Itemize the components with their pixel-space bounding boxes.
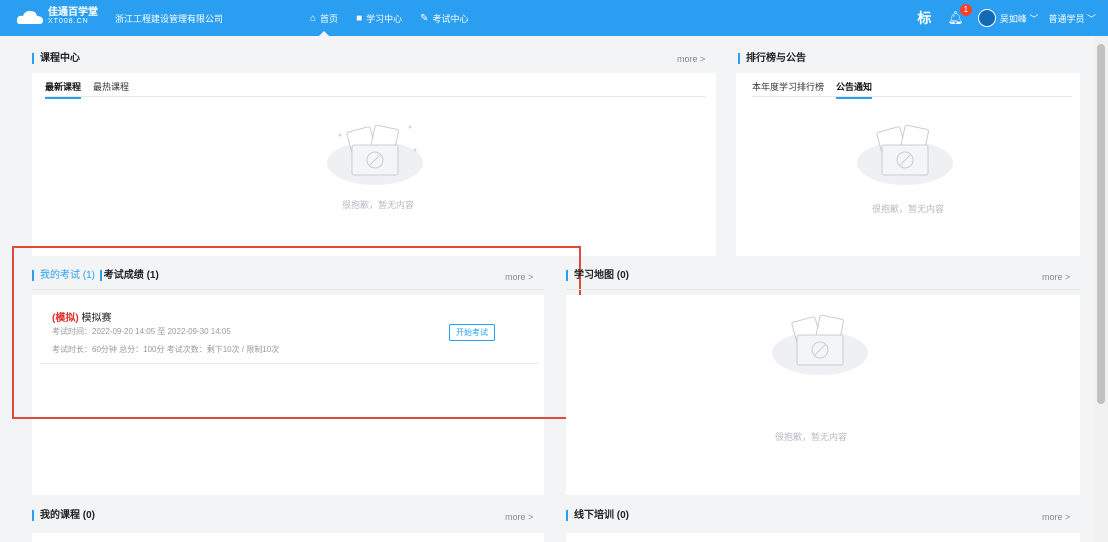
scrollbar[interactable] bbox=[1094, 36, 1108, 542]
study-map-more-link[interactable]: more > bbox=[1042, 272, 1070, 282]
scrollbar-thumb[interactable] bbox=[1097, 44, 1105, 404]
notification-button[interactable]: 🔔︎ 1 bbox=[947, 4, 972, 26]
course-center-more-link[interactable]: more > bbox=[677, 54, 705, 64]
main-nav: ⌂ 首页 ■ 学习中心 ✎ 考试中心 bbox=[310, 0, 487, 36]
rank-title: 排行榜与公告 bbox=[738, 53, 806, 64]
user-tools: 标 🔔︎ 1 吴如峰 ﹀ 普通学员 ﹀ bbox=[917, 0, 1098, 36]
nav-exam-label: 考试中心 bbox=[432, 13, 469, 24]
nav-exam-center[interactable]: ✎ 考试中心 bbox=[420, 0, 468, 36]
nav-home-label: 首页 bbox=[320, 13, 339, 24]
user-name: 吴如峰 bbox=[999, 13, 1027, 24]
empty-state-illustration-icon bbox=[327, 124, 423, 185]
section-divider bbox=[566, 289, 1080, 290]
role-menu[interactable]: 普通学员 ﹀ bbox=[1048, 12, 1096, 25]
tab-divider bbox=[45, 96, 705, 97]
chevron-down-icon: ﹀ bbox=[1029, 13, 1039, 24]
empty-text: 很抱歉，暂无内容 bbox=[342, 200, 415, 210]
company-name: 浙江工程建设管理有限公司 bbox=[115, 14, 224, 24]
logo[interactable]: 佳通百学堂 XT008.CN bbox=[16, 8, 98, 26]
avatar[interactable] bbox=[977, 9, 996, 27]
nav-study-center[interactable]: ■ 学习中心 bbox=[356, 0, 402, 36]
user-menu[interactable]: 吴如峰 ﹀ bbox=[1000, 12, 1039, 25]
study-map-title: 学习地图 (0) bbox=[566, 270, 629, 281]
nav-study-label: 学习中心 bbox=[366, 13, 403, 24]
pencil-icon: ✎ bbox=[420, 12, 429, 24]
tab-divider bbox=[752, 96, 1072, 97]
notification-badge: 1 bbox=[959, 4, 972, 16]
empty-state-illustration-icon bbox=[857, 124, 953, 185]
my-course-more-link[interactable]: more > bbox=[505, 512, 533, 522]
offline-training-title: 线下培训 (0) bbox=[566, 510, 629, 521]
offline-more-link[interactable]: more > bbox=[1042, 512, 1070, 522]
course-center-title: 课程中心 bbox=[32, 53, 80, 64]
nav-home[interactable]: ⌂ 首页 bbox=[310, 0, 338, 36]
my-course-title: 我的课程 (0) bbox=[32, 510, 95, 521]
offline-card bbox=[566, 533, 1080, 542]
role-name: 普通学员 bbox=[1048, 13, 1085, 24]
chevron-down-icon: ﹀ bbox=[1086, 13, 1096, 24]
book-icon: ■ bbox=[356, 12, 363, 24]
empty-state-illustration-icon bbox=[772, 314, 868, 375]
logo-title: 佳通百学堂 bbox=[48, 7, 98, 18]
highlight-box bbox=[12, 246, 581, 419]
home-icon: ⌂ bbox=[310, 12, 317, 24]
logo-domain: XT008.CN bbox=[48, 18, 89, 25]
my-course-card bbox=[32, 533, 544, 542]
empty-text: 很抱歉，暂无内容 bbox=[775, 432, 848, 442]
top-navigation-bar: 佳通百学堂 XT008.CN 浙江工程建设管理有限公司 ⌂ 首页 ■ 学习中心 … bbox=[0, 0, 1108, 36]
cloud-logo-icon bbox=[16, 10, 43, 24]
empty-text: 很抱歉，暂无内容 bbox=[872, 204, 945, 214]
biao-button[interactable]: 标 bbox=[917, 8, 931, 28]
